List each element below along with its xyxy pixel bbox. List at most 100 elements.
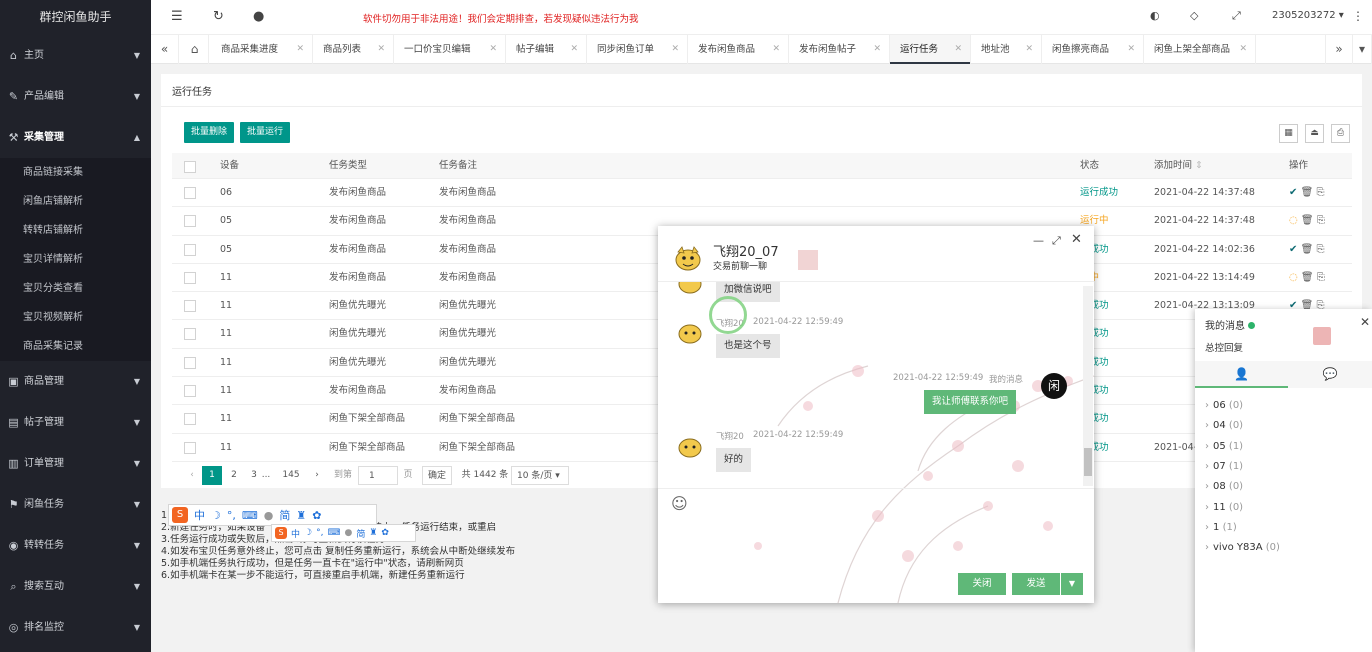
ime-small-simplified[interactable]: 简 (356, 527, 365, 540)
copy-icon[interactable]: ⎘ (1317, 215, 1325, 226)
tabs-menu-icon[interactable]: ▾ (1353, 35, 1372, 64)
row-checkbox[interactable] (184, 271, 196, 284)
tab-close-icon[interactable]: ✕ (296, 35, 304, 64)
messages-close-icon[interactable]: ✕ (1360, 315, 1370, 329)
sidebar-subitem-0[interactable]: 商品链接采集 (0, 158, 151, 187)
select-all-checkbox[interactable] (184, 161, 196, 173)
tab-9[interactable]: 闲鱼擦亮商品 ✕ (1042, 35, 1144, 64)
ime-small-keyboard-icon[interactable]: ⌨ (327, 528, 340, 538)
tab-6[interactable]: 发布闲鱼帖子 ✕ (789, 35, 890, 64)
copy-icon[interactable]: ⎘ (1316, 244, 1324, 255)
contact-group[interactable]: › 11 (0) (1205, 502, 1243, 513)
tab-chats-icon[interactable]: 💬 (1288, 361, 1372, 388)
sidebar-subitem-1[interactable]: 闲鱼店铺解析 (0, 187, 151, 216)
tab-close-icon[interactable]: ✕ (671, 35, 679, 64)
contact-group[interactable]: › 07 (1) (1205, 461, 1243, 472)
col-time[interactable]: 添加时间 ⇕ (1154, 153, 1203, 179)
sidebar-item-7[interactable]: ◉ 转转任务 ▼ (0, 525, 151, 566)
columns-icon[interactable]: ▦ (1279, 124, 1298, 143)
ime-simplified[interactable]: 简 (279, 507, 290, 523)
contact-group[interactable]: › vivo Y83A (0) (1205, 542, 1280, 553)
export-icon[interactable]: ⏏ (1305, 124, 1324, 143)
tag-icon[interactable]: ◇ (1190, 9, 1198, 22)
menu-toggle-icon[interactable]: ☰ (171, 9, 183, 24)
ime-toolbar[interactable]: S 中 ☽ °, ⌨ ● 简 ♜ ✿ (168, 504, 377, 526)
tab-8[interactable]: 地址池 ✕ (971, 35, 1042, 64)
print-icon[interactable]: ⎙ (1331, 124, 1350, 143)
chat-close-button[interactable]: 关闭 (958, 573, 1006, 595)
row-checkbox[interactable] (184, 385, 196, 398)
sidebar-item-0[interactable]: ⌂ 主页 ▼ (0, 35, 151, 76)
sidebar-item-6[interactable]: ⚑ 闲鱼任务 ▼ (0, 484, 151, 525)
ime-skin-icon[interactable]: ♜ (296, 509, 306, 522)
batch-run-button[interactable]: 批量运行 (240, 122, 291, 143)
sort-icon[interactable]: ⇕ (1195, 160, 1203, 171)
tab-0[interactable]: 商品采集进度 ✕ (211, 35, 313, 64)
message-scroll-thumb[interactable] (1084, 448, 1092, 476)
row-checkbox[interactable] (184, 413, 196, 426)
contact-group[interactable]: › 08 (0) (1205, 481, 1243, 492)
sidebar-subitem-5[interactable]: 宝贝视频解析 (0, 303, 151, 332)
tab-5[interactable]: 发布闲鱼商品 ✕ (688, 35, 789, 64)
minimize-icon[interactable]: — (1033, 234, 1044, 247)
delete-icon[interactable]: 🗑 (1301, 187, 1314, 198)
tab-close-icon[interactable]: ✕ (772, 35, 780, 64)
sidebar-subitem-3[interactable]: 宝贝详情解析 (0, 245, 151, 274)
ime-lang[interactable]: 中 (194, 507, 205, 523)
row-checkbox[interactable] (184, 300, 196, 313)
sidebar-item-1[interactable]: ✎ 产品编辑 ▼ (0, 76, 151, 117)
ime-user-icon[interactable]: ● (264, 509, 274, 522)
tab-close-icon[interactable]: ✕ (1239, 35, 1247, 64)
tab-7[interactable]: 运行任务 ✕ (890, 35, 971, 64)
message-input-area[interactable]: ☺ 关闭 发送 ▼ (658, 488, 1094, 603)
row-checkbox[interactable] (184, 441, 196, 454)
delete-icon[interactable]: 🗑 (1301, 215, 1314, 226)
delete-icon[interactable]: 🗑 (1301, 272, 1314, 283)
sidebar-item-5[interactable]: ▥ 订单管理 ▼ (0, 443, 151, 484)
tab-3[interactable]: 帖子编辑 ✕ (506, 35, 587, 64)
tab-close-icon[interactable]: ✕ (489, 35, 497, 64)
theme-icon[interactable]: ◐ (1150, 9, 1160, 22)
next-page-icon[interactable]: › (310, 466, 324, 485)
running-icon[interactable]: ◌ (1289, 272, 1298, 283)
tab-10[interactable]: 闲鱼上架全部商品 ✕ (1144, 35, 1256, 64)
ime-dot-icon[interactable]: °, (227, 509, 236, 522)
ime-small-skin-icon[interactable]: ♜ (369, 528, 377, 538)
copy-icon[interactable]: ⎘ (1316, 187, 1324, 198)
ime-toolbar-small[interactable]: S 中 ☽ °, ⌨ ● 简 ♜ ✿ (271, 524, 416, 542)
tab-close-icon[interactable]: ✕ (954, 35, 962, 64)
tab-friends-icon[interactable]: 👤 (1195, 361, 1288, 388)
rerun-icon[interactable]: ✔ (1289, 187, 1297, 198)
ime-small-settings-icon[interactable]: ✿ (381, 528, 389, 538)
sidebar-item-2[interactable]: ⚒ 采集管理 ▲ (0, 117, 151, 158)
ime-moon-icon[interactable]: ☽ (211, 509, 221, 522)
sidebar-subitem-2[interactable]: 转转店铺解析 (0, 216, 151, 245)
batch-delete-button[interactable]: 批量删除 (184, 122, 235, 143)
row-checkbox[interactable] (184, 215, 196, 228)
row-checkbox[interactable] (184, 243, 196, 256)
row-checkbox[interactable] (184, 356, 196, 369)
send-options-chevron-icon[interactable]: ▼ (1061, 573, 1083, 595)
chat-send-button[interactable]: 发送 (1012, 573, 1060, 595)
more-vertical-icon[interactable]: ⋮ (1352, 9, 1364, 23)
sidebar-item-3[interactable]: ▣ 商品管理 ▼ (0, 361, 151, 402)
tab-close-icon[interactable]: ✕ (873, 35, 881, 64)
ime-settings-icon[interactable]: ✿ (312, 509, 321, 522)
home-tab-icon[interactable]: ⌂ (181, 35, 209, 64)
page-size-select[interactable]: 10 条/页 ▾ (511, 466, 569, 485)
page-last[interactable]: 145 (278, 466, 304, 485)
contact-group[interactable]: › 06 (0) (1205, 400, 1243, 411)
tab-close-icon[interactable]: ✕ (1025, 35, 1033, 64)
rerun-icon[interactable]: ✔ (1289, 244, 1297, 255)
sidebar-item-8[interactable]: ⌕ 搜索互动 ▼ (0, 566, 151, 607)
page-2[interactable]: 2 (226, 466, 242, 485)
sidebar-subitem-6[interactable]: 商品采集记录 (0, 332, 151, 361)
contact-group[interactable]: › 1 (1) (1205, 522, 1237, 533)
row-checkbox[interactable] (184, 328, 196, 341)
sidebar-subitem-4[interactable]: 宝贝分类查看 (0, 274, 151, 303)
tab-close-icon[interactable]: ✕ (1127, 35, 1135, 64)
sidebar-item-4[interactable]: ▤ 帖子管理 ▼ (0, 402, 151, 443)
prev-page-icon[interactable]: ‹ (186, 466, 198, 485)
refresh-icon[interactable]: ↻ (213, 9, 224, 24)
contact-group[interactable]: › 04 (0) (1205, 420, 1243, 431)
